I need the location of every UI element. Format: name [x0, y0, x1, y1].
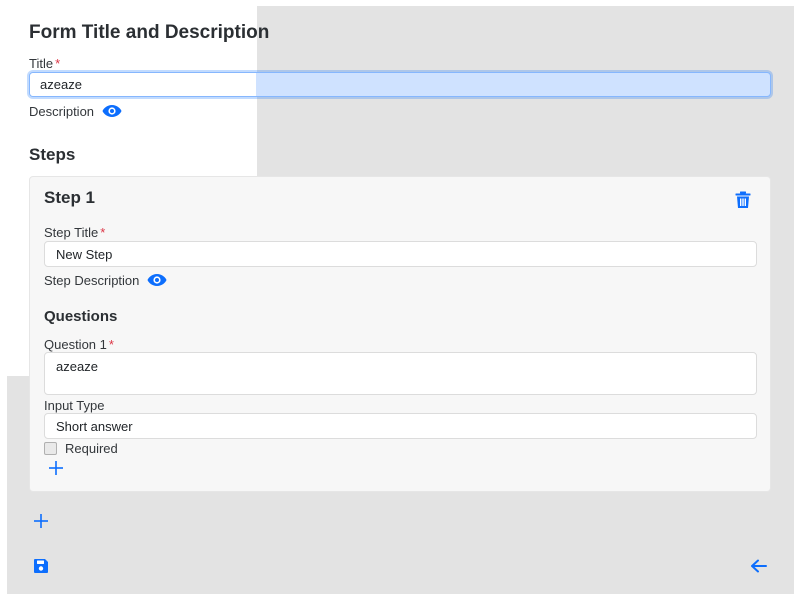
trash-icon[interactable] — [735, 191, 751, 209]
input-type-select[interactable]: Short answer — [44, 413, 757, 439]
step-title-label-text: Step Title — [44, 225, 99, 240]
eye-icon[interactable] — [147, 273, 167, 287]
steps-heading: Steps — [29, 145, 76, 164]
required-checkbox[interactable] — [44, 442, 57, 455]
title-label-text: Title — [29, 56, 54, 71]
step-title-label: Step Title * — [44, 225, 105, 240]
save-icon[interactable] — [33, 558, 49, 574]
form-heading: Form Title and Description — [29, 22, 270, 43]
question-textarea[interactable]: azeaze — [44, 352, 757, 395]
eye-icon[interactable] — [102, 104, 122, 118]
description-label: Description — [29, 104, 122, 119]
question-label-text: Question 1 — [44, 337, 107, 352]
step-description-label: Step Description — [44, 273, 167, 288]
title-label: Title * — [29, 56, 60, 71]
required-label: Required — [65, 441, 118, 456]
step-title: Step 1 — [44, 188, 96, 207]
add-step-plus-icon[interactable] — [33, 513, 49, 529]
title-input-value: azeaze — [40, 77, 82, 92]
step-description-label-text: Step Description — [44, 273, 140, 288]
input-type-label: Input Type — [44, 398, 105, 413]
required-asterisk: * — [108, 337, 114, 352]
step-card — [29, 176, 771, 492]
description-label-text: Description — [29, 104, 95, 119]
question-label: Question 1 * — [44, 337, 114, 352]
questions-heading: Questions — [44, 308, 118, 325]
title-input[interactable]: azeaze — [29, 72, 771, 97]
required-asterisk: * — [100, 225, 106, 240]
required-row: Required — [44, 441, 118, 456]
add-question-plus-icon[interactable] — [48, 460, 64, 476]
arrow-left-icon[interactable] — [750, 559, 767, 573]
required-asterisk: * — [55, 56, 61, 71]
step-title-input[interactable]: New Step — [44, 241, 757, 267]
